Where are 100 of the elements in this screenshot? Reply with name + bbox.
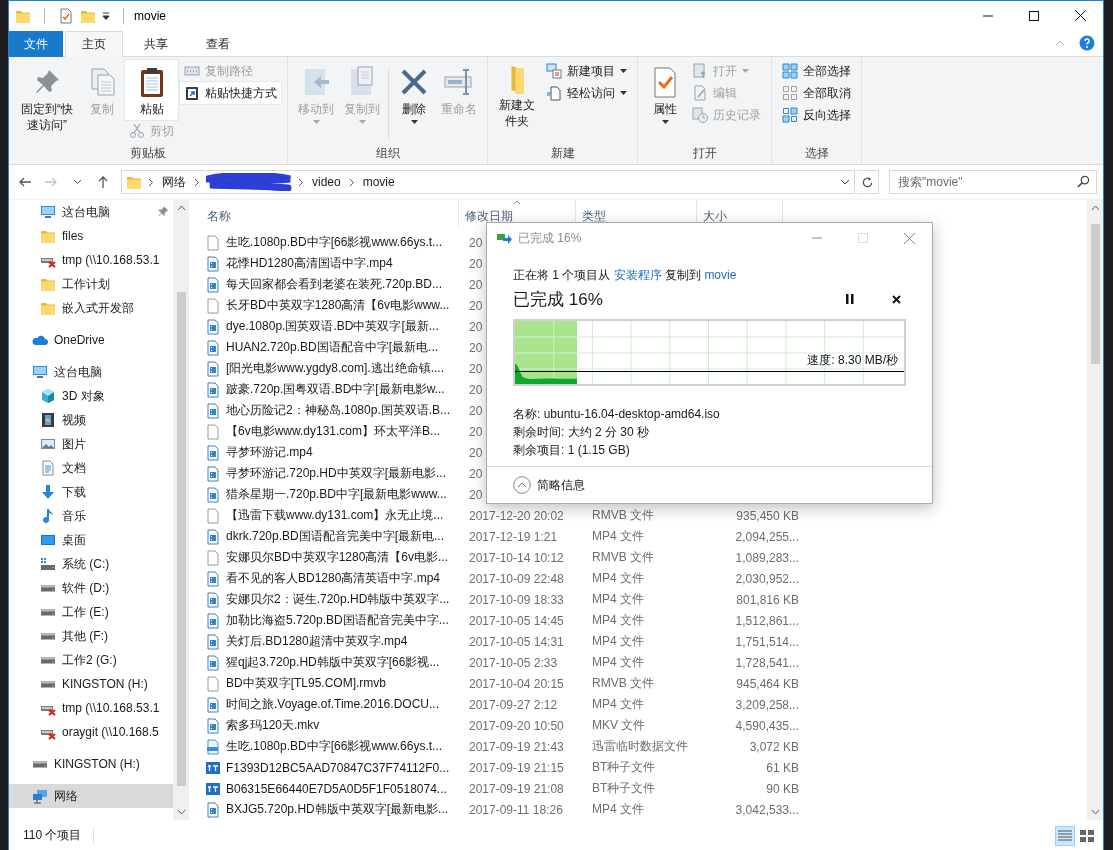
file-name[interactable]: 【迅雷下载www.dy131.com】永无止境... [226, 507, 444, 524]
maximize-icon [1029, 10, 1039, 21]
copy-summary: 正在将 1 个项目从 安装程序 复制到 movie [513, 267, 738, 283]
file-name[interactable]: BD中英双字[TL95.COM].rmvb [226, 675, 387, 692]
refresh-button[interactable] [857, 170, 879, 194]
ribbon-button[interactable]: 粘贴快捷方式 [180, 82, 281, 104]
ribbon-button[interactable]: 反向选择 [778, 104, 855, 126]
file-name[interactable]: 安娜贝尔2：诞生.720p.HD韩版中英双字... [226, 591, 450, 608]
file-name[interactable]: dkrk.720p.BD国语配音完美中字[最新电... [226, 528, 445, 545]
sort-caret-icon [513, 200, 521, 205]
details-toggle[interactable]: 简略信息 [513, 476, 585, 494]
file-name[interactable]: 加勒比海盗5.720p.BD国语配音完美中字... [226, 612, 449, 629]
source-link[interactable]: 安装程序 [613, 268, 662, 282]
nav-item[interactable]: 软件 (D:) [9, 576, 173, 600]
file-name[interactable]: B06315E66440E7D5A0D5F1F0518074... [226, 781, 447, 796]
nav-item[interactable]: 工作 (E:) [9, 600, 173, 624]
ribbon-tab[interactable]: 共享 [127, 31, 185, 57]
file-name[interactable]: 关灯后.BD1280超清中英双字.mp4 [226, 633, 408, 650]
rename-icon [443, 66, 475, 98]
nav-item[interactable]: 系统 (C:) [9, 552, 173, 576]
ribbon-button[interactable]: 全部取消 [778, 82, 855, 104]
ribbon-tab[interactable]: 查看 [189, 31, 247, 57]
file-name[interactable]: BXJG5.720p.HD韩版中英双字[最新电影... [226, 801, 449, 818]
file-name[interactable]: [阳光电影www.ygdy8.com].逃出绝命镇.... [226, 360, 445, 377]
nav-item[interactable]: 图片 [9, 432, 173, 456]
modified-date: 20 [469, 382, 483, 397]
nav-item[interactable]: 下载 [9, 480, 173, 504]
nav-item[interactable]: 网络 [9, 784, 173, 808]
nav-item[interactable]: files [9, 224, 173, 248]
nav-item[interactable]: 3D 对象 [9, 384, 173, 408]
nav-item[interactable]: KINGSTON (H:) [9, 752, 173, 776]
file-name[interactable]: 看不见的客人BD1280高清英语中字.mp4 [226, 570, 441, 587]
file-name[interactable]: 猩qj起3.720p.HD韩版中英双字[66影视... [226, 654, 440, 671]
nav-item[interactable]: oraygit (\\10.168.5 [9, 720, 173, 744]
file-name[interactable]: 寻梦环游记.mp4 [226, 444, 313, 461]
ribbon-tab[interactable]: 文件 [9, 31, 63, 57]
file-name[interactable]: 寻梦环游记.720p.HD中英双字[最新电影... [226, 465, 447, 482]
file-name[interactable]: 猎杀星期一.720p.BD中字[最新电影www... [226, 486, 447, 503]
scrollbar-thumb[interactable] [176, 292, 186, 786]
nav-item[interactable]: OneDrive [9, 328, 173, 352]
ribbon-button[interactable]: 删除 [393, 60, 435, 127]
path-icon [184, 63, 200, 79]
scrollbar[interactable] [1087, 200, 1103, 820]
file-name[interactable]: HUAN2.720p.BD国语配音中字[最新电... [226, 339, 439, 356]
scrollbar[interactable] [173, 200, 189, 820]
caret-icon [742, 69, 749, 73]
destination-link[interactable]: movie [704, 268, 737, 282]
group-label: 剪贴板 [130, 145, 166, 162]
file-name[interactable]: 【6v电影www.dy131.com】环太平洋B... [226, 423, 441, 440]
nav-item[interactable]: 这台电脑 [9, 200, 173, 224]
image-icon [40, 436, 56, 452]
nav-item[interactable]: 嵌入式开发部 [9, 296, 173, 320]
ribbon-tab[interactable]: 主页 [65, 31, 123, 57]
modified-date: 2017-09-19 21:08 [469, 781, 564, 796]
file-name[interactable]: 跛豪.720p.国粤双语.BD中字[最新电影w... [226, 381, 445, 398]
nav-item[interactable]: 视频 [9, 408, 173, 432]
temp-file-icon [205, 738, 221, 755]
ribbon-button[interactable]: 粘贴 [125, 60, 178, 120]
breadcrumb-item[interactable]: video [310, 172, 343, 192]
breadcrumb-item[interactable]: movie [360, 172, 397, 192]
nav-item[interactable]: 其他 (F:) [9, 624, 173, 648]
breadcrumb-item[interactable]: 网络 [160, 172, 188, 192]
details-view-button[interactable] [1055, 825, 1075, 846]
nav-item[interactable]: KINGSTON (H:) [9, 672, 173, 696]
nav-item[interactable]: tmp (\\10.168.53.1 [9, 248, 173, 272]
ribbon-button[interactable]: 全部选择 [778, 60, 855, 82]
ribbon-button[interactable]: 属性 [644, 60, 686, 127]
nav-item[interactable]: 音乐 [9, 504, 173, 528]
nav-item[interactable]: tmp (\\10.168.53.1 [9, 696, 173, 720]
nav-item[interactable]: 文档 [9, 456, 173, 480]
nav-item[interactable]: 工作计划 [9, 272, 173, 296]
file-name[interactable]: dye.1080p.国英双语.BD中英双字[最新... [226, 318, 439, 335]
file-name[interactable]: 安娜贝尔BD中英双字1280高清【6v电影... [226, 549, 449, 566]
file-name[interactable]: F1393D12BC5AAD70847C37F74112F0... [226, 760, 450, 775]
nav-item[interactable]: 工作2 (G:) [9, 648, 173, 672]
file-name[interactable]: 索多玛120天.mkv [226, 717, 320, 734]
ribbon-button[interactable]: 新建文件夹 [494, 60, 540, 132]
search-field[interactable]: 搜索"movie" [889, 170, 1097, 194]
modified-date: 20 [469, 466, 483, 481]
ribbon-button[interactable]: 固定到“快速访问” [15, 60, 79, 136]
caret-icon [358, 120, 366, 124]
file-name[interactable]: 地心历险记2：神秘岛.1080p.国英双语.B... [226, 402, 451, 419]
video-file-icon [205, 801, 221, 818]
file-name[interactable]: 生吃.1080p.BD中字[66影视www.66ys.t... [226, 738, 443, 755]
file-name[interactable]: 时间之旅.Voyage.of.Time.2016.DOCU... [226, 696, 439, 713]
nav-item[interactable]: 桌面 [9, 528, 173, 552]
file-size: 2,094,255... [735, 529, 799, 544]
ribbon-button[interactable]: 轻松访问 [542, 82, 631, 104]
column-header[interactable]: 名称 [201, 200, 459, 226]
nav-item[interactable]: 这台电脑 [9, 360, 173, 384]
file-name[interactable]: 长牙BD中英双字1280高清【6v电影www... [226, 297, 450, 314]
monitor-icon [32, 364, 48, 380]
modified-date: 2017-09-19 21:43 [469, 739, 564, 754]
scrollbar-thumb[interactable] [1090, 224, 1100, 364]
address-bar[interactable]: 网络 video movie [121, 170, 855, 194]
file-name[interactable]: 每天回家都会看到老婆在装死.720p.BD... [226, 276, 443, 293]
ribbon-button[interactable]: 新建项目 [542, 60, 631, 82]
file-name[interactable]: 生吃.1080p.BD中字[66影视www.66ys.t... [226, 234, 443, 251]
modified-date: 20 [469, 340, 483, 355]
file-name[interactable]: 花悸HD1280高清国语中字.mp4 [226, 255, 393, 272]
